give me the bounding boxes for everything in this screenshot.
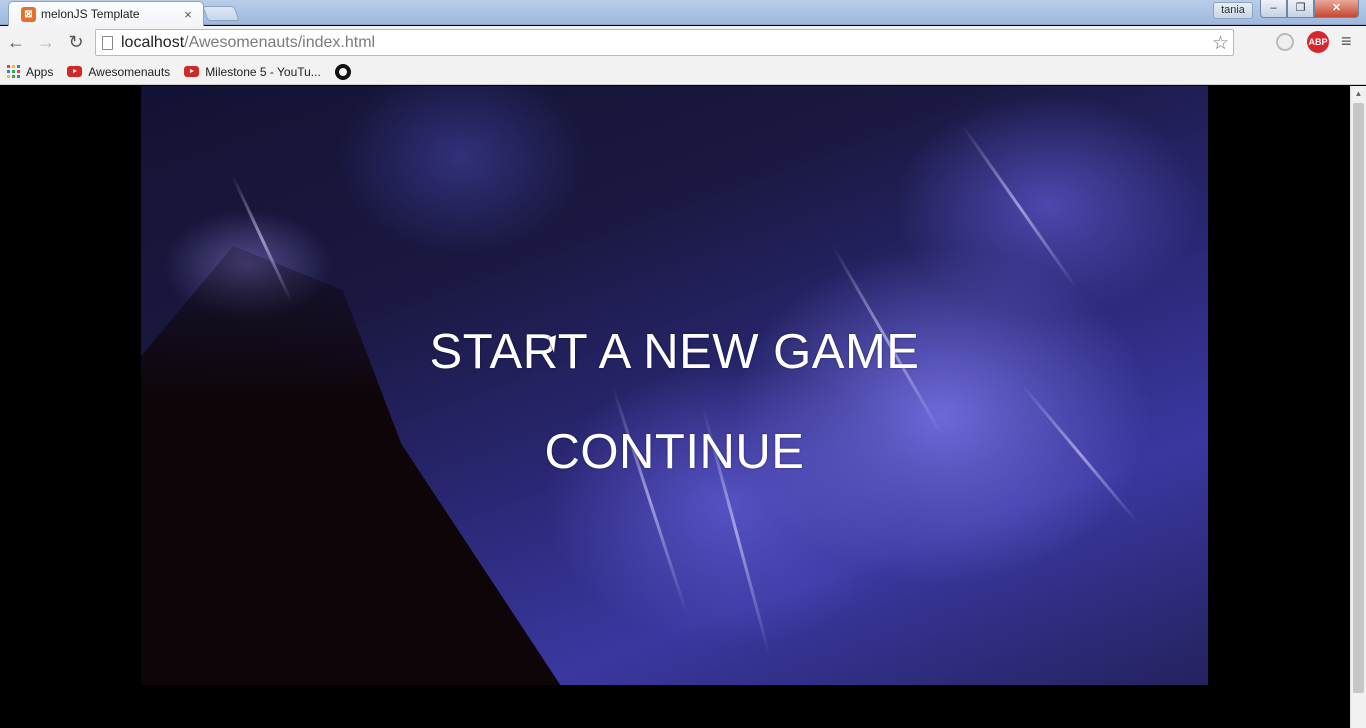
page-viewport: START A NEW GAME CONTINUE [0,86,1350,728]
scrollbar-thumb[interactable] [1353,103,1364,693]
bookmark-apps[interactable]: Apps [7,65,53,79]
bookmarks-bar: Apps Awesomenauts Milestone 5 - YouTu... [0,59,1366,85]
apps-grid-icon [7,65,20,78]
tab-title: melonJS Template [41,7,140,21]
minimize-button[interactable]: – [1260,0,1287,18]
browser-toolbar: ← → ↻ localhost /Awesomenauts/index.html… [0,26,1366,59]
bookmark-label: Milestone 5 - YouTu... [205,64,321,79]
scroll-up-arrow[interactable]: ▲ [1351,86,1366,102]
url-path: /Awesomenauts/index.html [184,33,376,51]
close-button[interactable]: ✕ [1314,0,1359,18]
game-canvas[interactable]: START A NEW GAME CONTINUE [141,86,1208,685]
chrome-menu-icon[interactable]: ≡ [1341,31,1352,52]
start-new-game-button[interactable]: START A NEW GAME [141,324,1208,380]
new-tab-button[interactable] [202,6,240,21]
xampp-icon: ⊠ [21,6,36,22]
address-bar[interactable]: localhost /Awesomenauts/index.html ☆ [95,29,1234,56]
bookmark-label: Apps [26,64,54,79]
bookmark-awesomenauts[interactable]: Awesomenauts [67,65,170,79]
url-host: localhost [121,33,185,51]
tab-close-icon[interactable]: × [181,7,195,22]
title-bar: ⊠ melonJS Template × tania – ❐ ✕ [0,0,1366,26]
extension-icon[interactable] [1276,33,1294,51]
forward-button[interactable]: → [32,29,60,57]
bookmark-label: Awesomenauts [88,64,171,79]
youtube-icon [67,66,83,77]
back-button[interactable]: ← [2,29,30,57]
adblock-plus-icon[interactable]: ABP [1307,31,1329,53]
bookmark-github[interactable] [334,63,355,80]
crystal-streak [611,385,689,615]
tab-active[interactable]: ⊠ melonJS Template × [8,1,204,26]
youtube-icon [184,66,200,77]
profile-button[interactable]: tania [1213,2,1253,19]
bookmark-milestone-5[interactable]: Milestone 5 - YouTu... [184,65,321,79]
continue-button[interactable]: CONTINUE [141,424,1208,480]
maximize-button[interactable]: ❐ [1287,0,1314,18]
bookmark-star-icon[interactable]: ☆ [1212,32,1229,55]
reload-button[interactable]: ↻ [62,29,90,57]
vertical-scrollbar[interactable]: ▲ [1350,86,1366,728]
crystal-streak [961,124,1079,290]
window-controls: – ❐ ✕ [1260,0,1359,19]
page-icon [102,35,113,50]
github-icon [334,63,351,80]
